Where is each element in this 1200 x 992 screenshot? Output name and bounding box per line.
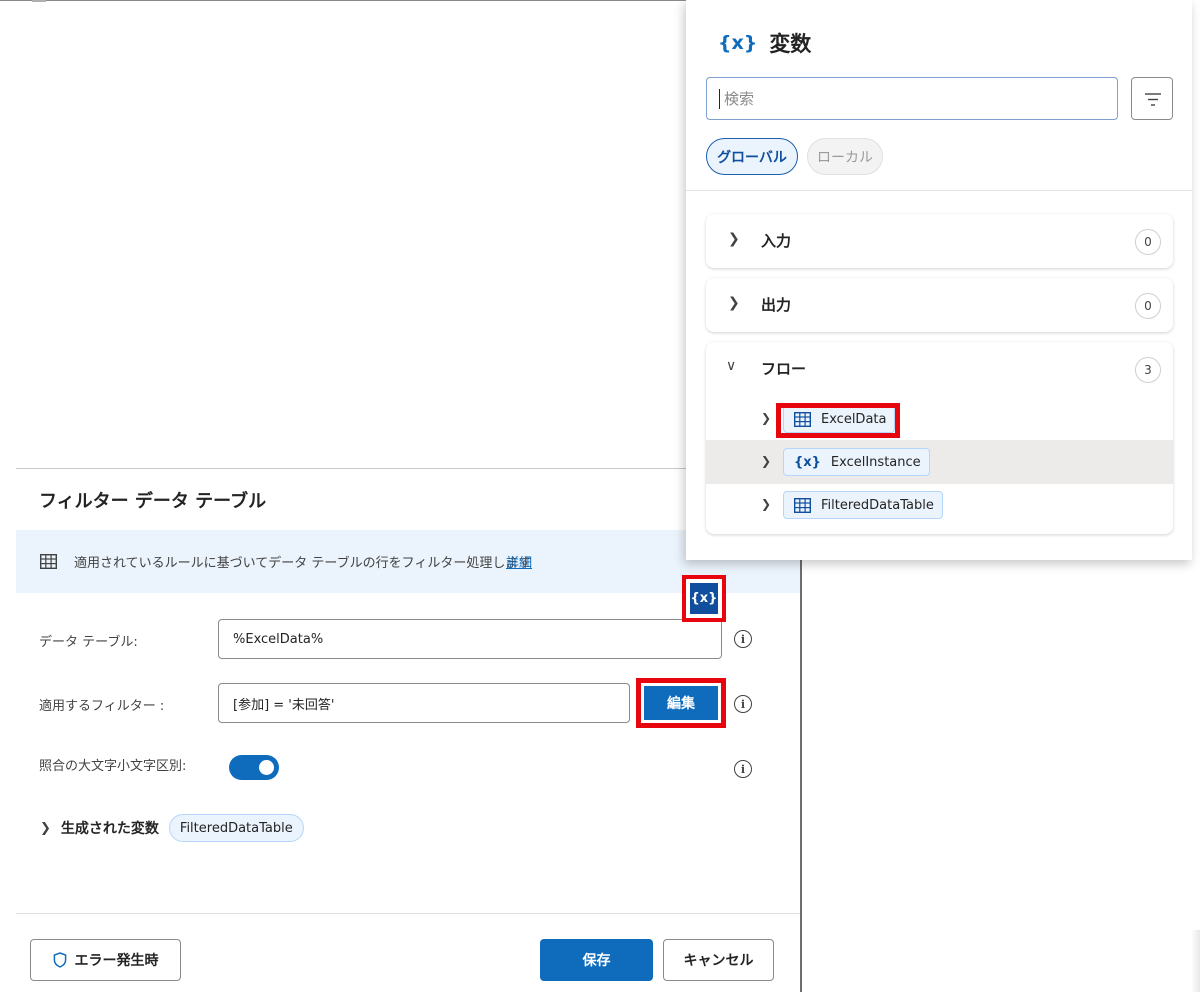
- text-caret: [719, 88, 720, 109]
- chevron-right-icon: ❯: [40, 820, 51, 836]
- chevron-down-icon: ∨: [726, 358, 737, 374]
- variable-chip[interactable]: FilteredDataTable: [783, 491, 943, 519]
- edge-shadow: [1191, 930, 1200, 992]
- panel-edge-line: [800, 560, 802, 992]
- section-header-output[interactable]: ❯ 出力 0: [706, 278, 1173, 332]
- edit-button-highlight: 編集: [636, 678, 726, 728]
- cancel-button[interactable]: キャンセル: [663, 939, 774, 981]
- variable-name: FilteredDataTable: [821, 497, 934, 513]
- generated-variables-label: 生成された変数: [60, 821, 159, 837]
- section-count-badge: 0: [1135, 229, 1161, 255]
- filter-label: 適用するフィルター :: [39, 699, 165, 714]
- chevron-right-icon: ❯: [761, 454, 772, 468]
- section-flow: ∨ フロー 3 ❯ ExcelData ❯ {x} ExcelInstance …: [706, 342, 1173, 534]
- section-count-badge: 3: [1135, 357, 1161, 383]
- shield-icon: [53, 952, 66, 968]
- insert-variable-highlight: {x}: [682, 575, 726, 622]
- variable-row-excelinstance[interactable]: ❯ {x} ExcelInstance: [706, 440, 1173, 484]
- generated-variable-pill[interactable]: FilteredDataTable: [168, 814, 304, 842]
- chevron-right-icon: ❯: [728, 295, 740, 311]
- data-table-input[interactable]: %ExcelData%: [218, 619, 722, 659]
- variables-panel-title: 変数: [769, 32, 812, 56]
- data-table-label: データ テーブル:: [39, 635, 138, 650]
- variable-search-input[interactable]: 検索: [706, 77, 1118, 120]
- footer-divider: [16, 913, 800, 914]
- variable-icon: {x}: [718, 32, 758, 54]
- section-label: 出力: [761, 296, 792, 314]
- section-label: 入力: [761, 232, 792, 250]
- section-header-flow[interactable]: ∨ フロー 3: [706, 342, 1173, 396]
- variables-panel-header: {x} 変数: [718, 28, 811, 58]
- learn-more-link[interactable]: 詳細: [506, 552, 532, 571]
- search-placeholder: 検索: [724, 90, 755, 108]
- section-header-input[interactable]: ❯ 入力 0: [706, 214, 1173, 268]
- info-circle-icon[interactable]: i: [734, 760, 752, 778]
- on-error-button[interactable]: エラー発生時: [30, 939, 181, 981]
- filter-button[interactable]: [1131, 77, 1173, 120]
- filter-data-table-dialog: フィルター データ テーブル 適用されているルールに基づいてデータ テーブルの行…: [16, 468, 800, 992]
- variable-icon: {x}: [794, 454, 821, 470]
- dialog-title: フィルター データ テーブル: [39, 491, 267, 512]
- global-scope-chip[interactable]: グローバル: [706, 138, 798, 175]
- chevron-right-icon: ❯: [761, 411, 772, 425]
- variable-chip[interactable]: {x} ExcelInstance: [783, 448, 930, 476]
- panel-divider: [686, 190, 1192, 191]
- chevron-right-icon: ❯: [761, 497, 772, 511]
- case-sensitive-label: 照合の大文字小文字区別:: [39, 759, 187, 774]
- section-count-badge: 0: [1135, 293, 1161, 319]
- local-scope-chip[interactable]: ローカル: [807, 138, 883, 175]
- save-button[interactable]: 保存: [540, 939, 653, 981]
- edit-filter-button[interactable]: 編集: [644, 686, 718, 720]
- chevron-right-icon: ❯: [728, 231, 740, 247]
- variable-row-filtereddatatable[interactable]: ❯ FilteredDataTable: [706, 483, 1173, 527]
- exceldata-highlight-box: [776, 403, 900, 438]
- insert-variable-button[interactable]: {x}: [690, 583, 718, 614]
- on-error-label: エラー発生時: [74, 953, 159, 969]
- generated-variables-row[interactable]: ❯ 生成された変数 FilteredDataTable: [40, 814, 304, 842]
- section-label: フロー: [761, 360, 807, 378]
- section-input: ❯ 入力 0: [706, 214, 1173, 268]
- table-icon: [40, 554, 57, 569]
- section-output: ❯ 出力 0: [706, 278, 1173, 332]
- info-circle-icon[interactable]: i: [734, 630, 752, 648]
- filter-input[interactable]: [参加] = '未回答': [218, 683, 630, 723]
- filter-icon: [1145, 93, 1161, 106]
- toggle-knob: [259, 760, 274, 775]
- top-divider: [0, 0, 688, 1]
- variables-panel: {x} 変数 検索 グローバル ローカル ❯ 入力 0 ❯ 出力 0 ∨ フロー: [686, 0, 1192, 560]
- case-sensitive-toggle[interactable]: [229, 755, 279, 780]
- info-circle-icon[interactable]: i: [734, 695, 752, 713]
- variable-name: ExcelInstance: [830, 454, 921, 470]
- table-icon: [794, 497, 811, 513]
- info-text: 適用されているルールに基づいてデータ テーブルの行をフィルター処理します: [74, 556, 532, 571]
- top-divider-mark: [32, 0, 46, 2]
